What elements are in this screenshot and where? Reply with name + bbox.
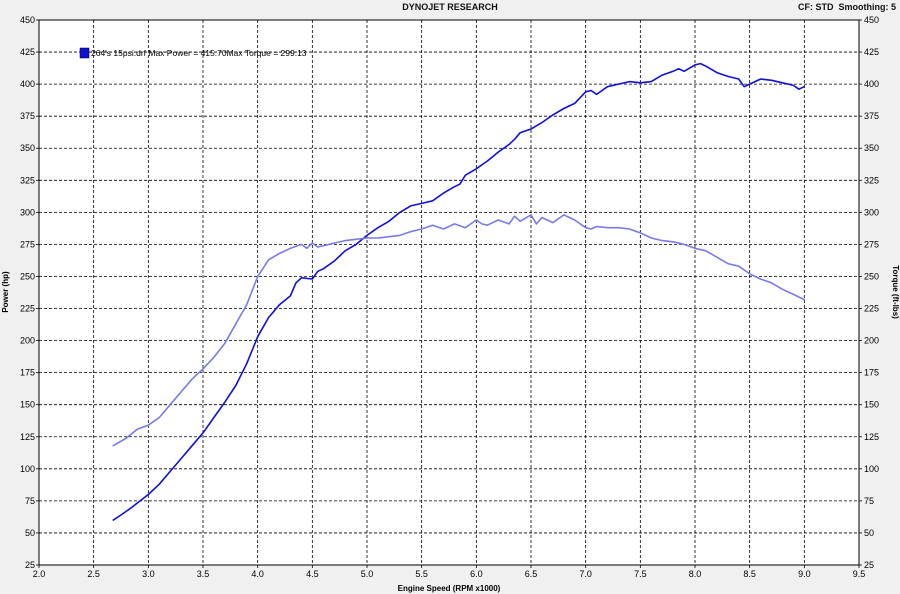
y-tick-label: 75: [25, 496, 35, 506]
y2-tick-label: 250: [864, 271, 879, 281]
x-tick-label: 3.5: [197, 569, 210, 579]
y-axis-ticks: 25 50 75 100 125 150 175 200 225 250 275 300 325 350 3…: [20, 15, 39, 570]
legend-swatch: [79, 47, 90, 59]
y2-tick-label: 350: [864, 143, 879, 153]
y2-axis-ticks: 25 50 75 100 125 150 175 200 225 250 275 300 325 350 3…: [859, 15, 879, 570]
y2-tick-label: 50: [864, 528, 874, 538]
y2-tick-label: 100: [864, 464, 879, 474]
y-tick-label: 450: [20, 15, 35, 25]
y-tick-label: 175: [20, 368, 35, 378]
x-tick-label: 8.0: [689, 569, 702, 579]
x-tick-label: 2.5: [87, 569, 100, 579]
y2-tick-label: 425: [864, 47, 879, 57]
x-tick-label: 9.5: [853, 569, 866, 579]
x-tick-label: 4.5: [306, 569, 319, 579]
y-tick-label: 375: [20, 111, 35, 121]
y-tick-label: 350: [20, 143, 35, 153]
y2-axis-label: Torque (ft-lbs): [891, 265, 900, 319]
y2-tick-label: 125: [864, 432, 879, 442]
y-tick-label: 275: [20, 239, 35, 249]
x-tick-label: 6.0: [470, 569, 483, 579]
x-axis-ticks: 2.0 2.5 3.0 3.5 4.0 4.5 5.0 5.5 6.0 6.5 7.0 7.5 8.0 8…: [33, 565, 866, 579]
x-tick-label: 9.0: [798, 569, 811, 579]
y2-tick-label: 275: [864, 239, 879, 249]
y-tick-label: 300: [20, 207, 35, 217]
y-tick-label: 150: [20, 400, 35, 410]
y-tick-label: 100: [20, 464, 35, 474]
x-tick-label: 2.0: [33, 569, 46, 579]
y-tick-label: 25: [25, 560, 35, 570]
y2-tick-label: 325: [864, 175, 879, 185]
dyno-chart: 2.0 2.5 3.0 3.5 4.0 4.5 5.0 5.5 6.0 6.5 7.0 7.5 8.0 8…: [1, 15, 900, 593]
y-tick-label: 200: [20, 336, 35, 346]
x-tick-label: 5.5: [415, 569, 428, 579]
x-tick-label: 4.0: [251, 569, 264, 579]
y-tick-label: 50: [25, 528, 35, 538]
legend-text: 264's 15psi.drf Max Power = 415.70Max To…: [91, 48, 307, 58]
y2-tick-label: 300: [864, 207, 879, 217]
x-tick-label: 6.5: [525, 569, 538, 579]
y-tick-label: 250: [20, 271, 35, 281]
y-tick-label: 325: [20, 175, 35, 185]
y-tick-label: 400: [20, 79, 35, 89]
x-tick-label: 3.0: [142, 569, 155, 579]
y2-tick-label: 150: [864, 400, 879, 410]
y2-tick-label: 375: [864, 111, 879, 121]
x-tick-label: 8.5: [743, 569, 756, 579]
y-tick-label: 225: [20, 304, 35, 314]
y-axis-label: Power (hp): [1, 271, 10, 313]
y2-tick-label: 200: [864, 336, 879, 346]
x-tick-label: 7.5: [634, 569, 647, 579]
plot-area: [38, 19, 860, 566]
y2-tick-label: 75: [864, 496, 874, 506]
y2-tick-label: 400: [864, 79, 879, 89]
y2-tick-label: 175: [864, 368, 879, 378]
y2-tick-label: 25: [864, 560, 874, 570]
x-tick-label: 5.0: [361, 569, 374, 579]
y-tick-label: 425: [20, 47, 35, 57]
dyno-chart-window: DYNOJET RESEARCH CF: STD Smoothing: 5 2.…: [0, 0, 900, 594]
y2-tick-label: 225: [864, 304, 879, 314]
x-tick-label: 7.0: [579, 569, 592, 579]
y-tick-label: 125: [20, 432, 35, 442]
x-axis-label: Engine Speed (RPM x1000): [398, 584, 501, 593]
y2-tick-label: 450: [864, 15, 879, 25]
